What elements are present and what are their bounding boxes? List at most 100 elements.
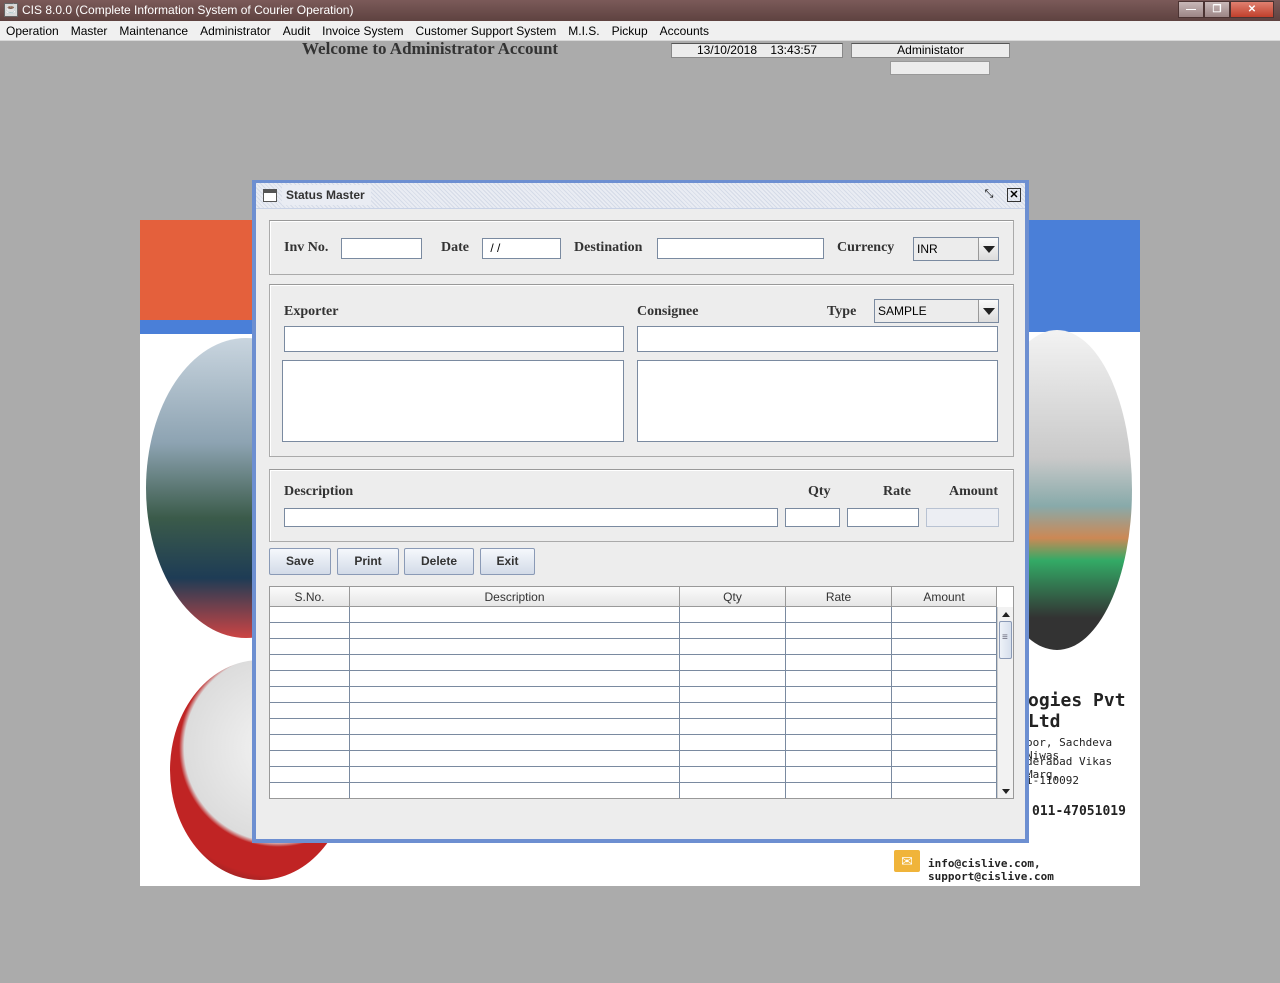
table-cell[interactable] [270,623,350,639]
table-cell[interactable] [350,671,680,687]
minimize-icon[interactable]: — [1178,1,1204,18]
table-cell[interactable] [680,735,786,751]
table-cell[interactable] [680,703,786,719]
table-cell[interactable] [270,767,350,783]
items-table[interactable]: S.No. Description Qty Rate Amount [269,586,1014,799]
table-cell[interactable] [892,703,997,719]
restore-icon[interactable]: ⤡ [982,188,996,202]
consignee-name-input[interactable] [637,326,998,352]
table-cell[interactable] [270,719,350,735]
table-cell[interactable] [270,703,350,719]
close-icon[interactable]: ✕ [1230,1,1274,18]
table-cell[interactable] [680,719,786,735]
table-row[interactable] [270,623,997,639]
table-cell[interactable] [350,639,680,655]
exit-button[interactable]: Exit [480,548,535,575]
date-input[interactable]: / / [482,238,561,259]
table-cell[interactable] [270,751,350,767]
exporter-name-input[interactable] [284,326,624,352]
maximize-icon[interactable]: ❐ [1204,1,1230,18]
table-row[interactable] [270,735,997,751]
table-cell[interactable] [786,751,892,767]
table-cell[interactable] [350,703,680,719]
table-cell[interactable] [786,719,892,735]
menu-maintenance[interactable]: Maintenance [113,21,194,40]
table-cell[interactable] [786,623,892,639]
table-cell[interactable] [892,655,997,671]
table-cell[interactable] [680,671,786,687]
table-cell[interactable] [270,639,350,655]
table-cell[interactable] [350,783,680,798]
chevron-down-icon[interactable] [978,300,998,322]
table-cell[interactable] [680,639,786,655]
table-cell[interactable] [350,767,680,783]
menu-invoice-system[interactable]: Invoice System [316,21,409,40]
table-cell[interactable] [892,623,997,639]
print-button[interactable]: Print [337,548,399,575]
table-cell[interactable] [786,639,892,655]
type-select[interactable]: SAMPLE [874,299,999,323]
table-cell[interactable] [350,735,680,751]
table-cell[interactable] [350,751,680,767]
frame-titlebar[interactable]: Status Master ⤡ ✕ [256,183,1025,209]
table-cell[interactable] [786,687,892,703]
menu-master[interactable]: Master [65,21,114,40]
table-row[interactable] [270,671,997,687]
table-cell[interactable] [270,655,350,671]
table-cell[interactable] [786,703,892,719]
table-cell[interactable] [350,607,680,623]
col-qty[interactable]: Qty [680,587,786,607]
menu-audit[interactable]: Audit [277,21,316,40]
delete-button[interactable]: Delete [404,548,474,575]
menu-pickup[interactable]: Pickup [606,21,654,40]
qty-input[interactable] [785,508,840,527]
table-row[interactable] [270,783,997,798]
table-cell[interactable] [892,687,997,703]
table-cell[interactable] [680,783,786,798]
table-cell[interactable] [892,751,997,767]
table-cell[interactable] [270,607,350,623]
table-row[interactable] [270,751,997,767]
table-cell[interactable] [786,735,892,751]
table-row[interactable] [270,703,997,719]
destination-input[interactable] [657,238,824,259]
table-cell[interactable] [350,687,680,703]
col-sno[interactable]: S.No. [270,587,350,607]
currency-select[interactable]: INR [913,237,999,261]
menu-operation[interactable]: Operation [0,21,65,40]
save-button[interactable]: Save [269,548,331,575]
table-cell[interactable] [892,671,997,687]
table-cell[interactable] [680,607,786,623]
table-cell[interactable] [680,687,786,703]
table-cell[interactable] [786,607,892,623]
table-row[interactable] [270,655,997,671]
table-cell[interactable] [680,767,786,783]
table-cell[interactable] [786,767,892,783]
table-cell[interactable] [892,607,997,623]
menu-administrator[interactable]: Administrator [194,21,277,40]
table-cell[interactable] [892,639,997,655]
table-cell[interactable] [892,735,997,751]
table-cell[interactable] [786,783,892,798]
table-cell[interactable] [892,783,997,798]
table-row[interactable] [270,639,997,655]
consignee-address-textarea[interactable] [637,360,998,442]
table-cell[interactable] [350,719,680,735]
table-row[interactable] [270,767,997,783]
table-row[interactable] [270,687,997,703]
table-cell[interactable] [270,671,350,687]
menu-customer-support-system[interactable]: Customer Support System [410,21,563,40]
inv-no-input[interactable] [341,238,422,259]
table-row[interactable] [270,607,997,623]
table-cell[interactable] [350,623,680,639]
menu-mis[interactable]: M.I.S. [562,21,605,40]
description-input[interactable] [284,508,778,527]
scroll-up-icon[interactable] [998,607,1013,621]
table-cell[interactable] [680,623,786,639]
table-cell[interactable] [680,751,786,767]
table-cell[interactable] [786,655,892,671]
col-amount[interactable]: Amount [892,587,997,607]
table-row[interactable] [270,719,997,735]
chevron-down-icon[interactable] [978,238,998,260]
exporter-address-textarea[interactable] [282,360,624,442]
